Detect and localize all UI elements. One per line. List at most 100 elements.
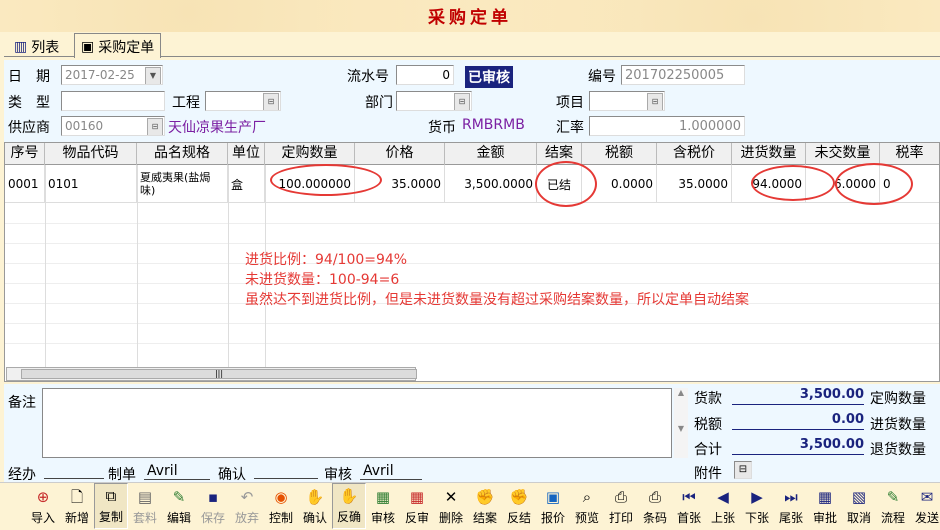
import-button[interactable]: ⊕ 导入 [26,483,60,529]
col-header[interactable]: 税率 [880,143,939,165]
col-header[interactable]: 未交数量 [806,143,880,165]
form-icon: ▣ [81,39,95,55]
flow-icon: ✎ [886,488,900,506]
button-label: 新增 [64,511,89,525]
attachment-label: 附件 [694,466,722,482]
quote-icon: ▣ [545,488,561,506]
close-case-button[interactable]: ✊ 结案 [468,483,502,529]
send-button[interactable]: ✉ 发送 [910,483,940,529]
col-header[interactable]: 金额 [445,143,537,165]
handler-label: 经办 [8,467,36,483]
audit-button[interactable]: ▦ 审核 [366,483,400,529]
approve-button[interactable]: ▦ 审批 [808,483,842,529]
serial-label: 流水号 [347,69,389,85]
button-label: 发送 [914,511,939,525]
kit-button[interactable]: ▤ 套料 [128,483,162,529]
annotation-remaining: 未进货数量：100-94=6 [245,272,400,288]
save-icon: ▪ [207,488,219,506]
serial-field[interactable]: 0 [396,65,454,85]
col-header[interactable]: 物品代码 [45,143,137,165]
delete-button[interactable]: ✕ 删除 [434,483,468,529]
col-header[interactable]: 单位 [228,143,265,165]
lookup-icon[interactable]: ⊟ [263,93,279,110]
prev-record-button[interactable]: ◀ 上张 [706,483,740,529]
cancel-button[interactable]: ▧ 取消 [842,483,876,529]
col-header[interactable]: 价格 [355,143,445,165]
button-label: 控制 [268,511,293,525]
button-label: 删除 [438,511,463,525]
main-toolbar: ⊕ 导入 🗋 新增 ⧉ 复制 ▤ 套料 ✎ 编辑 ▪ 保存 ↶ 放弃 ◉ 控制 ✋ 确认 ✋ 反确 … [0,482,940,530]
col-header[interactable]: 税额 [582,143,657,165]
cell-amount[interactable]: 3,500.0000 [445,165,537,203]
cell-name[interactable]: 夏威夷果(盐焗味) [137,165,228,203]
grid-vline [228,165,229,381]
grid-line [5,283,939,284]
cell-taxprice[interactable]: 35.0000 [657,165,732,203]
next-record-button[interactable]: ▶ 下张 [740,483,774,529]
last-record-button[interactable]: ⏭ 尾张 [774,483,808,529]
col-header[interactable]: 序号 [5,143,45,165]
tax-value: 0.00 [732,412,864,430]
discard-button[interactable]: ↶ 放弃 [230,483,264,529]
project-field[interactable]: ⊟ [205,91,281,111]
tab-purchase-order[interactable]: ▣ 采购定单 [74,33,162,58]
scroll-thumb[interactable]: ||| [21,369,417,379]
button-label: 条码 [642,511,667,525]
cell-seq[interactable]: 0001 [5,165,45,203]
col-header[interactable]: 定购数量 [265,143,355,165]
chevron-down-icon[interactable]: ▼ [145,67,161,84]
grid-line [5,243,939,244]
reopen-button[interactable]: ✊ 反结 [502,483,536,529]
button-label: 预览 [574,511,599,525]
edit-button[interactable]: ✎ 编辑 [162,483,196,529]
item-field[interactable]: ⊟ [589,91,665,111]
unaudit-icon: ▦ [409,488,425,506]
barcode-button[interactable]: ⎙ 条码 [638,483,672,529]
import-icon: ⊕ [36,488,50,506]
lookup-icon[interactable]: ⊟ [647,93,663,110]
audit-label: 审核 [324,467,352,483]
unaudit-button[interactable]: ▦ 反审 [400,483,434,529]
supplier-code-field[interactable]: 00160 ⊟ [61,116,165,136]
cell-code[interactable]: 0101 [45,165,137,203]
save-button[interactable]: ▪ 保存 [196,483,230,529]
supplier-name: 天仙凉果生产厂 [168,120,266,136]
dept-field[interactable]: ⊟ [396,91,472,111]
first-record-button[interactable]: ⏮ 首张 [672,483,706,529]
new-button[interactable]: 🗋 新增 [60,483,94,529]
rate-field[interactable]: 1.000000 [589,116,745,136]
button-label: 下张 [744,511,769,525]
button-label: 复制 [98,510,123,524]
type-field[interactable] [61,91,165,111]
number-field[interactable]: 201702250005 [621,65,745,85]
button-label: 保存 [200,511,225,525]
currency-value: RMBRMB [462,117,525,133]
memo-scrollbar[interactable]: ▲ ▼ [674,388,688,458]
grid-header: 序号 物品代码 品名规格 单位 定购数量 价格 金额 结案 税额 含税价 进货数… [5,143,939,165]
button-label: 首张 [676,511,701,525]
unconfirm-button[interactable]: ✋ 反确 [332,483,366,529]
lookup-icon[interactable]: ⊟ [454,93,470,110]
print-button[interactable]: ⎙ 打印 [604,483,638,529]
attachment-icon[interactable]: ⊟ [734,461,752,479]
cell-unit[interactable]: 盒 [228,165,265,203]
horizontal-scrollbar[interactable]: ||| [6,367,417,381]
quote-button[interactable]: ▣ 报价 [536,483,570,529]
col-header[interactable]: 含税价 [657,143,732,165]
date-field[interactable]: 2017-02-25 ▼ [61,65,163,85]
send-icon: ✉ [920,488,934,506]
tab-list[interactable]: ▥ 列表 [8,35,65,57]
kit-icon: ▤ [137,488,153,506]
returned-qty-label: 退货数量 [870,442,926,458]
flow-button[interactable]: ✎ 流程 [876,483,910,529]
lookup-icon[interactable]: ⊟ [147,118,163,135]
preview-button[interactable]: ⌕ 预览 [570,483,604,529]
col-header[interactable]: 进货数量 [732,143,806,165]
memo-field[interactable] [42,388,672,458]
confirm-value [254,464,318,479]
highlight-ellipse [535,161,597,207]
confirm-button[interactable]: ✋ 确认 [298,483,332,529]
col-header[interactable]: 品名规格 [137,143,228,165]
copy-button[interactable]: ⧉ 复制 [94,483,128,529]
control-button[interactable]: ◉ 控制 [264,483,298,529]
